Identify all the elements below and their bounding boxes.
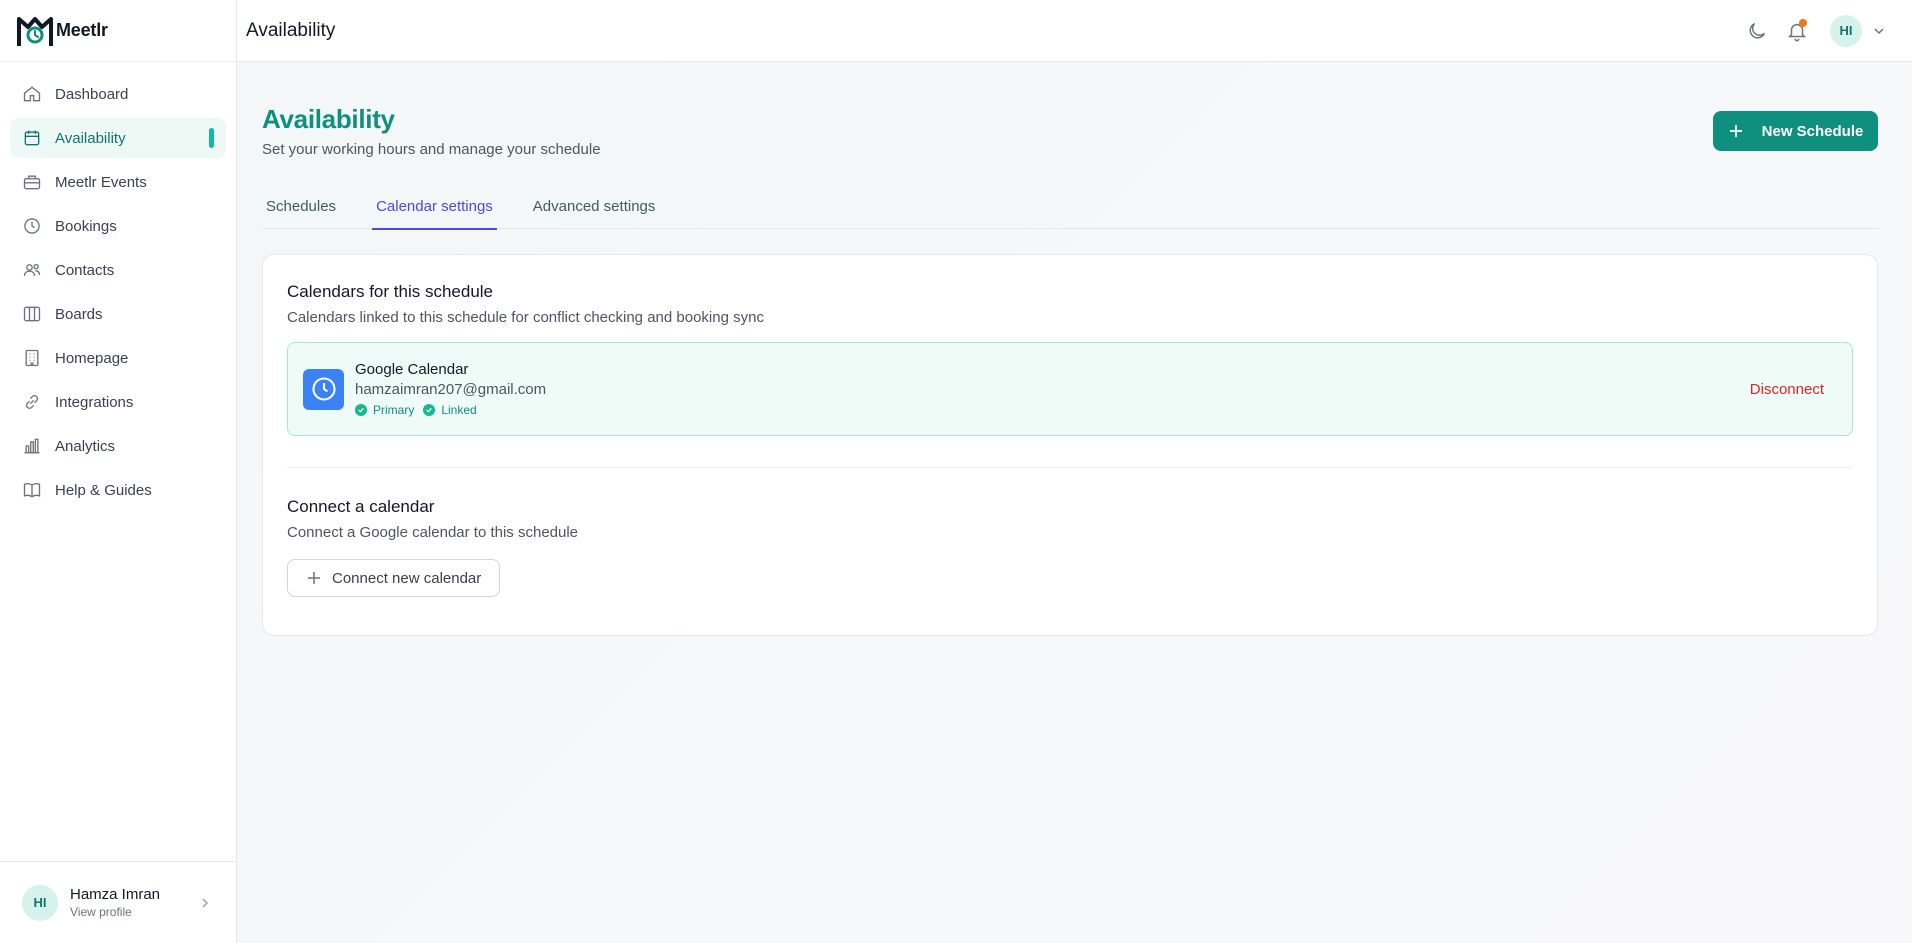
topbar-actions: HI: [1728, 14, 1912, 47]
connect-button-label: Connect new calendar: [332, 569, 482, 587]
badge-primary: Primary: [355, 403, 414, 417]
section-title: Calendars for this schedule: [287, 282, 494, 301]
chevron-down-icon[interactable]: [1872, 24, 1886, 38]
sidebar-item-label: Analytics: [55, 437, 116, 455]
topbar: Availability HI: [237, 0, 1912, 62]
building-icon: [22, 348, 42, 368]
columns-icon: [22, 304, 42, 324]
topbar-title: Availability: [246, 19, 336, 41]
sidebar-nav: Dashboard Availability Meetlr Events Boo…: [0, 62, 236, 526]
page-title: Availability: [262, 104, 395, 134]
sidebar-item-help-guides[interactable]: Help & Guides: [10, 470, 226, 510]
view-profile-link[interactable]: View profile: [70, 905, 160, 919]
sidebar-item-dashboard[interactable]: Dashboard: [10, 74, 226, 114]
connect-section-header: Connect a calendar Connect a Google cale…: [287, 497, 578, 541]
brand-name: Meetlr: [56, 20, 108, 40]
meetlr-logo-icon: [16, 13, 54, 49]
calendar-item: Google Calendar hamzaimran207@gmail.com …: [287, 342, 1853, 436]
connect-new-calendar-button[interactable]: Connect new calendar: [287, 559, 500, 597]
avatar: HI: [22, 884, 58, 921]
google-calendar-clock-icon: [303, 368, 344, 410]
page-subtitle: Set your working hours and manage your s…: [262, 141, 601, 158]
sidebar-item-label: Meetlr Events: [55, 173, 147, 191]
main-content: Availability Set your working hours and …: [237, 62, 1912, 943]
sidebar: Meetlr Dashboard Availability Meetlr Eve…: [0, 0, 237, 943]
sidebar-item-homepage[interactable]: Homepage: [10, 338, 226, 378]
tabs-row: Schedules Calendar settings Advanced set…: [262, 184, 1878, 230]
badge-linked: Linked: [423, 403, 477, 417]
plus-icon: [306, 570, 322, 586]
active-indicator: [209, 128, 214, 148]
profile-text: Hamza Imran View profile: [70, 886, 160, 919]
book-icon: [22, 480, 42, 500]
sidebar-item-label: Availability: [55, 129, 126, 147]
calendar-settings-card: Calendars for this schedule Calendars li…: [262, 254, 1878, 636]
sidebar-item-label: Homepage: [55, 349, 129, 367]
bell-icon[interactable]: [1786, 18, 1808, 42]
clock-icon: [22, 216, 42, 236]
profile-name: Hamza Imran: [70, 886, 161, 903]
check-circle-icon: [355, 404, 367, 416]
tab-advanced-settings[interactable]: Advanced settings: [529, 184, 660, 229]
sidebar-item-label: Boards: [55, 305, 103, 323]
sidebar-item-label: Contacts: [55, 261, 115, 279]
section-subtitle: Connect a Google calendar to this schedu…: [287, 524, 579, 541]
briefcase-icon: [22, 172, 42, 192]
moon-icon[interactable]: [1746, 20, 1768, 42]
notification-dot: [1799, 18, 1807, 27]
calendar-info: Google Calendar hamzaimran207@gmail.com …: [355, 361, 546, 417]
users-icon: [22, 260, 42, 280]
bar-chart-icon: [22, 436, 42, 456]
sidebar-item-label: Dashboard: [55, 85, 129, 103]
sidebar-item-analytics[interactable]: Analytics: [10, 426, 226, 466]
calendar-email: hamzaimran207@gmail.com: [355, 381, 547, 398]
section-subtitle: Calendars linked to this schedule for co…: [287, 309, 764, 326]
sidebar-item-availability[interactable]: Availability: [10, 118, 226, 158]
user-profile[interactable]: HI Hamza Imran View profile: [0, 861, 236, 943]
sidebar-item-integrations[interactable]: Integrations: [10, 382, 226, 422]
chevron-right-icon: [198, 896, 212, 910]
new-schedule-label: New Schedule: [1761, 122, 1864, 140]
tab-calendar-settings[interactable]: Calendar settings: [372, 184, 497, 230]
home-icon: [22, 84, 42, 104]
calendar-icon: [22, 128, 42, 148]
calendar-badges: Primary Linked: [355, 403, 546, 417]
disconnect-button[interactable]: Disconnect: [1750, 381, 1824, 398]
section-title: Connect a calendar: [287, 497, 435, 516]
calendar-name: Google Calendar: [355, 361, 469, 378]
badge-label: Linked: [441, 403, 477, 417]
plus-icon: [1728, 123, 1744, 139]
sidebar-item-meetlr-events[interactable]: Meetlr Events: [10, 162, 226, 202]
new-schedule-button[interactable]: New Schedule: [1713, 111, 1878, 151]
sidebar-item-label: Integrations: [55, 393, 134, 411]
sidebar-item-bookings[interactable]: Bookings: [10, 206, 226, 246]
avatar[interactable]: HI: [1830, 14, 1862, 47]
badge-label: Primary: [373, 403, 415, 417]
check-circle-icon: [423, 404, 436, 416]
brand[interactable]: Meetlr: [0, 0, 236, 62]
sidebar-item-contacts[interactable]: Contacts: [10, 250, 226, 290]
calendars-section-header: Calendars for this schedule Calendars li…: [287, 282, 764, 326]
tab-schedules[interactable]: Schedules: [262, 184, 340, 229]
divider: [287, 467, 1853, 468]
sidebar-item-label: Help & Guides: [55, 481, 152, 499]
sidebar-item-label: Bookings: [55, 217, 117, 235]
link-icon: [22, 392, 42, 412]
sidebar-item-boards[interactable]: Boards: [10, 294, 226, 334]
page-header: Availability Set your working hours and …: [262, 104, 601, 158]
